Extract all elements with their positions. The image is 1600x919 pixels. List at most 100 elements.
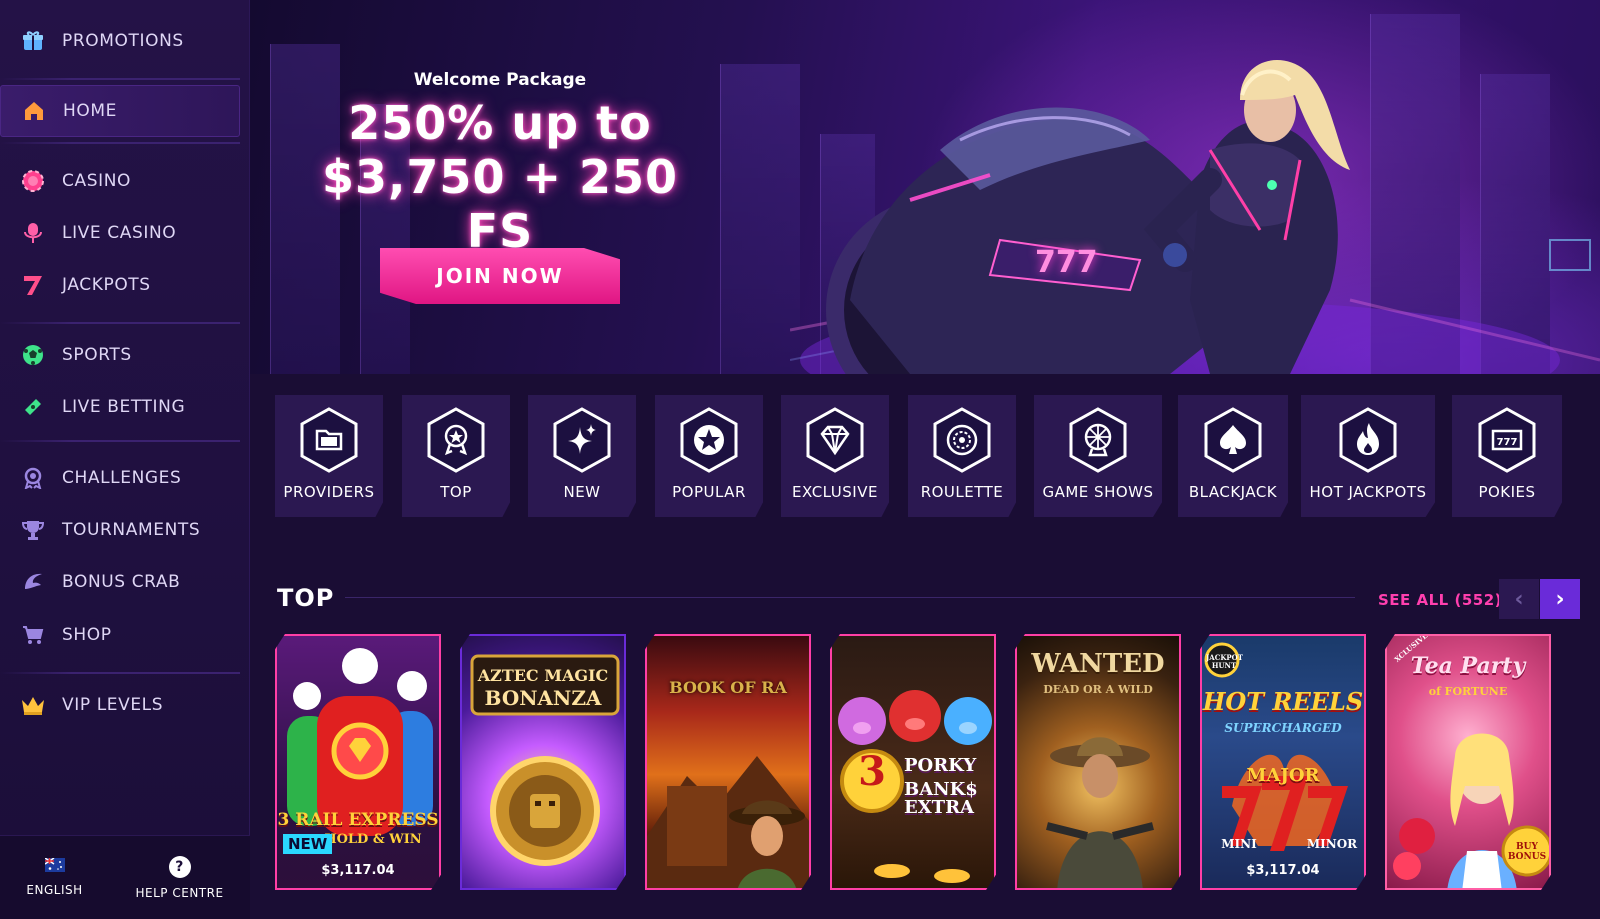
help-centre-button[interactable]: ? HELP CENTRE — [136, 855, 224, 900]
divider — [345, 597, 1355, 598]
claw-icon — [20, 569, 46, 595]
chevron-left-icon: ‹ — [1514, 586, 1524, 612]
seven-icon — [20, 272, 46, 298]
game-card-wanted-dead-or-a-wild[interactable]: WANTED DEAD OR A WILD — [1015, 634, 1181, 890]
game-number: 3 — [858, 748, 886, 795]
category-popular[interactable]: POPULAR — [655, 395, 763, 517]
medal-icon — [20, 465, 46, 491]
category-roulette[interactable]: ROULETTE — [908, 395, 1016, 517]
game-card-tea-party-of-fortune[interactable]: Tea Party of FORTUNE XCLUSIVE BUY BONUS — [1385, 634, 1551, 890]
category-hot-jackpots[interactable]: HOT JACKPOTS — [1301, 395, 1435, 517]
game-line-major: MAJOR — [1246, 765, 1320, 786]
trophy-icon — [20, 517, 46, 543]
ticket-icon — [20, 394, 46, 420]
sidebar-item-label: LIVE BETTING — [62, 397, 186, 417]
game-subtitle: DEAD OR A WILD — [1043, 683, 1153, 696]
jackpot-hunt-badge: JACKPOT HUNT — [1206, 653, 1243, 670]
help-icon: ? — [168, 855, 191, 878]
category-label: TOP — [440, 483, 472, 501]
category-top[interactable]: TOP — [402, 395, 510, 517]
language-selector[interactable]: ENGLISH — [26, 857, 82, 897]
new-badge: NEW — [283, 834, 333, 854]
category-label: ROULETTE — [920, 483, 1004, 501]
divider — [0, 78, 240, 80]
hero-subtitle: Welcome Package — [413, 70, 587, 90]
sidebar-item-live-betting[interactable]: LIVE BETTING — [0, 381, 240, 433]
sidebar-item-jackpots[interactable]: JACKPOTS — [0, 259, 240, 311]
sidebar-item-label: HOME — [63, 101, 117, 121]
hero-text: Welcome Package 250% up to $3,750 + 250 … — [320, 70, 680, 258]
category-label: POPULAR — [672, 483, 746, 501]
game-title: WANTED — [1031, 649, 1165, 679]
game-line-minor: MINOR — [1306, 837, 1358, 851]
jackpot-amount: $3,117.04 — [1246, 863, 1320, 878]
category-label: GAME SHOWS — [1042, 483, 1154, 501]
game-title: AZTEC MAGIC — [477, 666, 609, 685]
category-label: PROVIDERS — [283, 483, 375, 501]
carousel-next-button[interactable]: › — [1540, 579, 1580, 619]
game-subtitle: BONANZA — [484, 686, 602, 710]
cart-icon — [20, 622, 46, 648]
game-title: BOOK OF RA — [669, 678, 787, 697]
sidebar-item-challenges[interactable]: CHALLENGES — [0, 452, 240, 504]
game-card-3-rail-express[interactable]: 3 RAIL EXPRESS HOLD & WIN NEW $3,117.04 — [275, 634, 441, 890]
sidebar-item-label: JACKPOTS — [62, 275, 151, 295]
sidebar-item-label: PROMOTIONS — [62, 31, 184, 51]
category-blackjack[interactable]: BLACKJACK — [1178, 395, 1288, 517]
badge-star-icon — [427, 407, 485, 473]
category-new[interactable]: NEW — [528, 395, 636, 517]
sidebar-item-bonus-crab[interactable]: BONUS CRAB — [0, 556, 240, 608]
explorer-illustration — [647, 756, 809, 888]
spade-icon — [1204, 407, 1262, 473]
sidebar-item-casino[interactable]: CASINO — [0, 155, 240, 207]
game-card-book-of-ra[interactable]: BOOK OF RA — [645, 634, 811, 890]
sidebar-item-promotions[interactable]: PROMOTIONS — [0, 15, 240, 67]
game-card-aztec-magic-bonanza[interactable]: AZTEC MAGIC BONANZA — [460, 634, 626, 890]
category-pokies[interactable]: 777 POKIES — [1452, 395, 1562, 517]
sidebar: PROMOTIONS HOME CASINO LIVE CASINO JACKP… — [0, 0, 250, 919]
jackpot-amount: $3,117.04 — [321, 863, 395, 878]
category-label: POKIES — [1478, 483, 1536, 501]
sidebar-item-tournaments[interactable]: TOURNAMENTS — [0, 504, 240, 556]
sidebar-item-shop[interactable]: SHOP — [0, 609, 240, 661]
game-artwork — [647, 636, 809, 888]
buy-bonus-badge: BUY BONUS — [1507, 842, 1547, 862]
join-now-button[interactable]: JOIN NOW — [380, 248, 620, 304]
hero-title-line1: 250% up to — [348, 96, 652, 150]
sidebar-item-label: VIP LEVELS — [62, 695, 164, 715]
game-title: HOT REELS — [1202, 687, 1364, 716]
game-card-hot-reels[interactable]: JACKPOT HUNT HOT REELS SUPERCHARGED MAJO… — [1200, 634, 1366, 890]
sidebar-item-home[interactable]: HOME — [0, 85, 240, 137]
flame-icon — [1339, 407, 1397, 473]
sidebar-item-label: CHALLENGES — [62, 468, 182, 488]
roulette-icon — [933, 407, 991, 473]
sidebar-item-sports[interactable]: SPORTS — [0, 329, 240, 381]
game-card-porky-banks[interactable]: 3 PORKY BANK$ EXTRA — [830, 634, 996, 890]
wheel-icon — [1069, 407, 1127, 473]
svg-text:777: 777 — [1497, 437, 1518, 448]
sidebar-item-label: CASINO — [62, 171, 132, 191]
category-providers[interactable]: PROVIDERS — [275, 395, 383, 517]
soccer-ball-icon — [20, 342, 46, 368]
sidebar-item-vip-levels[interactable]: VIP LEVELS — [0, 679, 240, 731]
sidebar-item-label: LIVE CASINO — [62, 223, 177, 243]
category-label: HOT JACKPOTS — [1309, 483, 1427, 501]
hero-banner[interactable]: 777 Welcome Package 250% up to $3,750 + … — [250, 0, 1600, 374]
category-label: EXCLUSIVE — [792, 483, 878, 501]
carousel-prev-button[interactable]: ‹ — [1499, 579, 1539, 619]
game-title: Tea Party — [1410, 653, 1526, 679]
category-exclusive[interactable]: EXCLUSIVE — [781, 395, 889, 517]
category-game-shows[interactable]: GAME SHOWS — [1034, 395, 1162, 517]
star-icon — [680, 407, 738, 473]
folder-icon — [300, 407, 358, 473]
game-line-mini: MINI — [1221, 837, 1257, 851]
see-all-link[interactable]: SEE ALL (552) — [1378, 591, 1502, 609]
sidebar-item-label: SHOP — [62, 625, 112, 645]
game-subtitle: EXTRA — [904, 797, 975, 818]
svg-text:777: 777 — [1035, 245, 1098, 280]
sidebar-item-live-casino[interactable]: LIVE CASINO — [0, 207, 240, 259]
australia-flag-icon — [44, 857, 65, 875]
sidebar-item-label: SPORTS — [62, 345, 132, 365]
divider — [0, 142, 240, 144]
slot-machine-icon: 777 — [1478, 407, 1536, 473]
